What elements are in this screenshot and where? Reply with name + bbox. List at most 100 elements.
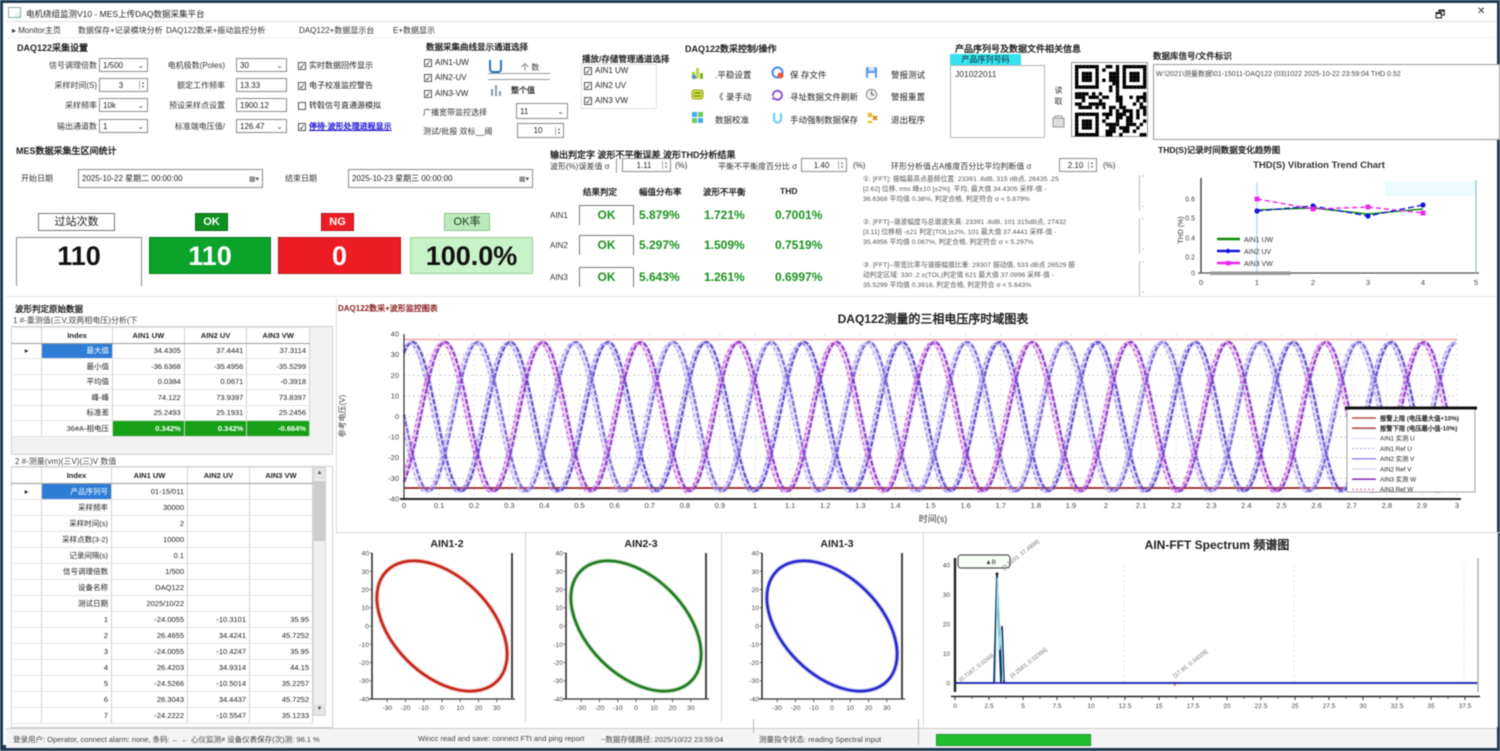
svg-text:-10: -10 — [553, 642, 563, 649]
svg-text:0.3: 0.3 — [504, 501, 514, 510]
svg-text:2.6: 2.6 — [1311, 501, 1321, 510]
svg-text:20: 20 — [391, 371, 399, 380]
svg-text:30: 30 — [493, 705, 501, 712]
svg-text:2.9: 2.9 — [1417, 501, 1427, 510]
svg-text:AIN2 UV: AIN2 UV — [1244, 249, 1272, 256]
svg-text:-10: -10 — [419, 705, 429, 712]
svg-text:3: 3 — [1366, 278, 1370, 287]
svg-text:7.5: 7.5 — [1052, 703, 1061, 710]
svg-text:-30: -30 — [359, 678, 369, 685]
svg-text:-40: -40 — [553, 697, 563, 704]
svg-text:2.7: 2.7 — [1346, 501, 1356, 510]
svg-text:-30: -30 — [749, 678, 759, 685]
svg-text:30: 30 — [943, 592, 951, 599]
svg-text:报警上限 (电压最大值+10%): 报警上限 (电压最大值+10%) — [1380, 413, 1459, 422]
svg-text:[0.7167, 0.0248]: [0.7167, 0.0248] — [959, 653, 996, 684]
svg-text:1.2: 1.2 — [820, 501, 830, 510]
svg-text:×: × — [1173, 683, 1177, 689]
svg-text:20: 20 — [669, 705, 677, 712]
svg-text:0: 0 — [755, 624, 759, 631]
svg-text:2.8: 2.8 — [1382, 501, 1392, 510]
svg-text:1.1: 1.1 — [785, 501, 795, 510]
svg-text:-40: -40 — [359, 697, 369, 704]
svg-text:1.4: 1.4 — [890, 501, 900, 510]
svg-text:AIN1 UW: AIN1 UW — [1244, 237, 1274, 244]
svg-text:▲B: ▲B — [985, 559, 996, 566]
svg-text:0.4: 0.4 — [1185, 236, 1195, 243]
svg-text:30: 30 — [361, 569, 369, 576]
svg-text:-20: -20 — [359, 660, 369, 667]
svg-text:22.5: 22.5 — [1255, 703, 1268, 710]
svg-text:20: 20 — [361, 587, 369, 594]
svg-text:-20: -20 — [388, 453, 399, 462]
svg-text:2.5: 2.5 — [984, 703, 993, 710]
svg-text:2: 2 — [1311, 278, 1315, 287]
svg-text:15: 15 — [1155, 703, 1163, 710]
svg-text:0.6: 0.6 — [1185, 197, 1195, 204]
svg-text:0: 0 — [395, 412, 399, 421]
svg-text:10: 10 — [1087, 703, 1095, 710]
svg-text:-40: -40 — [388, 494, 399, 503]
svg-text:AIN3 VW: AIN3 VW — [1244, 261, 1273, 268]
svg-text:5: 5 — [1474, 278, 1478, 287]
svg-text:20: 20 — [865, 705, 873, 712]
svg-text:参考电压(V): 参考电压(V) — [337, 394, 347, 437]
svg-text:10: 10 — [943, 651, 951, 658]
svg-text:37.5: 37.5 — [1459, 703, 1472, 710]
svg-text:AIN2-3: AIN2-3 — [624, 538, 657, 550]
svg-text:-20: -20 — [553, 660, 563, 667]
svg-text:10: 10 — [846, 705, 854, 712]
svg-text:40: 40 — [943, 563, 951, 570]
svg-text:10: 10 — [555, 605, 563, 612]
svg-text:20: 20 — [555, 587, 563, 594]
svg-text:-30: -30 — [576, 705, 586, 712]
svg-text:2.3: 2.3 — [1206, 501, 1216, 510]
svg-text:0.8: 0.8 — [680, 501, 690, 510]
svg-text:40: 40 — [555, 551, 563, 558]
svg-text:0.6: 0.6 — [609, 501, 619, 510]
svg-text:AIN-FFT Spectrum 频谱图: AIN-FFT Spectrum 频谱图 — [1145, 537, 1290, 552]
svg-text:-10: -10 — [388, 433, 399, 442]
svg-text:2: 2 — [1104, 501, 1108, 510]
svg-text:30: 30 — [751, 569, 759, 576]
svg-text:-20: -20 — [791, 705, 801, 712]
svg-text:0: 0 — [830, 705, 834, 712]
svg-text:0.1: 0.1 — [434, 501, 444, 510]
svg-text:10: 10 — [751, 605, 759, 612]
svg-text:40: 40 — [361, 551, 369, 558]
svg-text:[4.2583, 0.02394]: [4.2583, 0.02394] — [1010, 647, 1050, 680]
svg-text:5: 5 — [1021, 703, 1025, 710]
svg-text:AIN3 Ref W: AIN3 Ref W — [1380, 487, 1413, 494]
svg-text:30: 30 — [1359, 703, 1367, 710]
svg-text:40: 40 — [391, 330, 399, 339]
svg-text:AIN3 实测 W: AIN3 实测 W — [1380, 475, 1416, 484]
svg-text:1.9: 1.9 — [1066, 501, 1076, 510]
svg-text:17.5: 17.5 — [1187, 703, 1200, 710]
svg-text:DAQ122测量的三相电压序时域图表: DAQ122测量的三相电压序时域图表 — [838, 311, 1030, 326]
svg-text:1.8: 1.8 — [1031, 501, 1041, 510]
svg-text:THD (%): THD (%) — [1178, 216, 1185, 243]
svg-text:-30: -30 — [772, 705, 782, 712]
svg-text:2.4: 2.4 — [1241, 501, 1251, 510]
svg-text:30: 30 — [555, 569, 563, 576]
svg-text:4: 4 — [1421, 278, 1425, 287]
svg-text:0: 0 — [1199, 278, 1203, 287]
svg-text:-40: -40 — [749, 697, 759, 704]
svg-text:1: 1 — [1255, 278, 1259, 287]
svg-text:1.3: 1.3 — [855, 501, 865, 510]
svg-text:2.2: 2.2 — [1171, 501, 1181, 510]
svg-text:0: 0 — [365, 624, 369, 631]
svg-text:1.6: 1.6 — [960, 501, 970, 510]
svg-text:0: 0 — [946, 681, 950, 688]
svg-text:0: 0 — [440, 705, 444, 712]
svg-text:0.7: 0.7 — [644, 501, 654, 510]
svg-text:10: 10 — [361, 605, 369, 612]
svg-text:-20: -20 — [749, 660, 759, 667]
svg-text:20: 20 — [751, 587, 759, 594]
svg-text:AIN1-2: AIN1-2 — [430, 538, 463, 550]
svg-text:3: 3 — [1455, 501, 1459, 510]
svg-text:0: 0 — [1191, 271, 1195, 278]
svg-text:-30: -30 — [388, 474, 399, 483]
svg-text:0.5: 0.5 — [574, 501, 584, 510]
svg-text:0.9: 0.9 — [715, 501, 725, 510]
